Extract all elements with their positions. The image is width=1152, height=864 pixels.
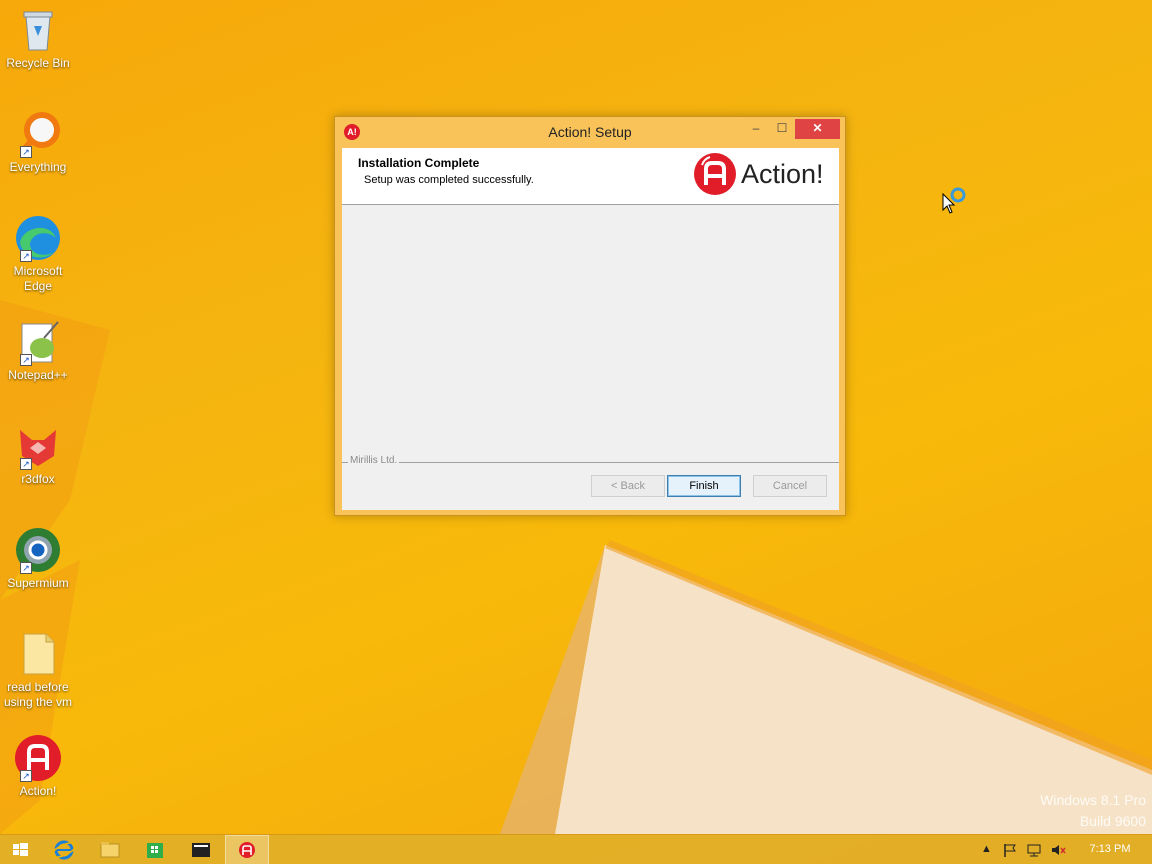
maximize-button[interactable]: ☐ [769,119,795,139]
shortcut-arrow-icon: ↗ [20,250,32,262]
recycle-bin-icon [14,6,62,54]
setup-content: Installation Complete Setup was complete… [342,148,839,510]
shortcut-arrow-icon: ↗ [20,458,32,470]
busy-cursor-icon [942,187,966,214]
footer-divider [342,462,839,463]
header-title: Installation Complete [358,156,480,170]
desktop-icon-label: r3dfox [21,472,55,486]
windows-logo-icon [13,843,28,856]
text-file-icon [14,630,62,678]
action-logo-icon [694,153,736,195]
taskbar-file-explorer[interactable] [88,835,132,864]
edge-icon: ↗ [14,214,62,262]
volume-muted-icon[interactable] [1050,842,1066,858]
network-icon[interactable] [1026,842,1042,858]
action-center-flag-icon[interactable] [1002,842,1018,858]
cancel-button[interactable]: Cancel [753,475,827,497]
brand-name: Action! [741,159,824,189]
everything-search-icon: ↗ [14,110,62,158]
taskbar: ▲ 7:13 PM [0,834,1152,864]
start-button[interactable] [0,835,44,864]
desktop-icon-label: read before using the vm [3,680,73,709]
desktop-icon-label: Action! [19,784,57,798]
desktop-icon-label: Notepad++ [8,368,68,382]
windows-watermark: Windows 8.1 Pro Build 9600 [1040,790,1146,832]
start-menu-app-icon [192,843,210,857]
desktop-icon-read-before[interactable]: read before using the vm [2,630,74,710]
desktop-icon-recycle-bin[interactable]: Recycle Bin [2,6,74,71]
store-icon [147,843,163,858]
desktop-icon-label: Microsoft Edge [13,264,63,293]
taskbar-internet-explorer[interactable] [42,835,86,864]
file-explorer-icon [100,842,120,858]
window-titlebar[interactable]: A! Action! Setup – ☐ ✕ [335,117,845,147]
shortcut-arrow-icon: ↗ [20,146,32,158]
supermium-icon: ↗ [14,526,62,574]
r3dfox-icon: ↗ [14,422,62,470]
desktop-icon-everything[interactable]: ↗ Everything [2,110,74,175]
taskbar-start-menu-app[interactable] [179,835,223,864]
watermark-build: Build 9600 [1079,813,1146,829]
finish-button[interactable]: Finish [667,475,741,497]
taskbar-store[interactable] [133,835,177,864]
close-button[interactable]: ✕ [795,119,840,139]
desktop-icon-action[interactable]: ↗ Action! [2,734,74,799]
desktop-icon-r3dfox[interactable]: ↗ r3dfox [2,422,74,487]
desktop-icon-label: Supermium [7,576,69,590]
minimize-button[interactable]: – [743,119,769,139]
header-subtitle: Setup was completed successfully. [364,174,534,186]
internet-explorer-icon [51,840,77,860]
setup-header: Installation Complete Setup was complete… [342,148,839,205]
desktop-icon-notepadpp[interactable]: ↗ Notepad++ [2,318,74,383]
desktop-icon-supermium[interactable]: ↗ Supermium [2,526,74,591]
action-app-icon [239,842,255,858]
back-button[interactable]: < Back [591,475,665,497]
desktop-icon-label: Everything [9,160,67,174]
action-app-icon: ↗ [14,734,62,782]
taskbar-action-setup[interactable] [225,835,269,864]
shortcut-arrow-icon: ↗ [20,354,32,366]
show-hidden-icons-button[interactable]: ▲ [981,843,992,855]
notepad-plus-plus-icon: ↗ [14,318,62,366]
taskbar-clock[interactable]: 7:13 PM [1080,843,1140,855]
desktop-icon-label: Recycle Bin [6,56,70,70]
watermark-edition: Windows 8.1 Pro [1040,792,1146,808]
desktop-icon-edge[interactable]: ↗ Microsoft Edge [2,214,74,294]
shortcut-arrow-icon: ↗ [20,562,32,574]
setup-window: A! Action! Setup – ☐ ✕ Installation Comp… [334,116,846,516]
shortcut-arrow-icon: ↗ [20,770,32,782]
vendor-label: Mirillis Ltd. [348,455,400,466]
